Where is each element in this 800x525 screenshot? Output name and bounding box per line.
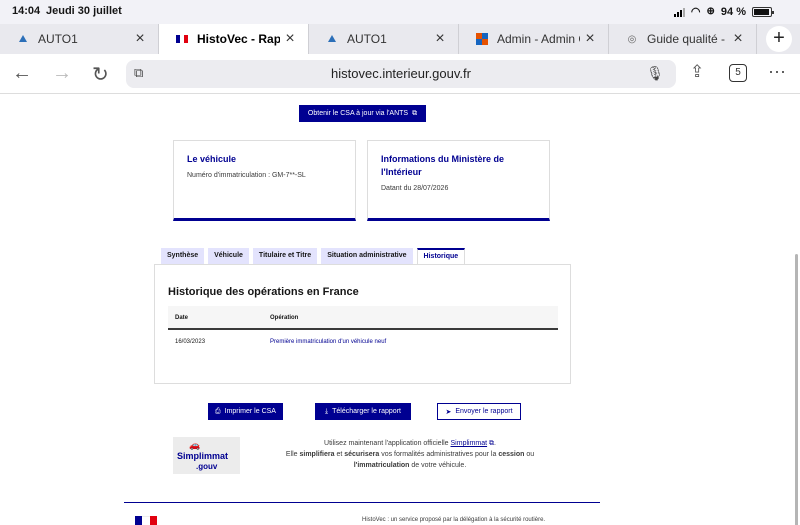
footer-text: HistoVec : un service proposé par la dél… [362,517,546,523]
footer-divider [124,502,600,503]
status-time: 14:04 [12,5,41,17]
simplimmat-link[interactable]: Simplimmat [451,440,488,447]
close-icon[interactable]: × [430,30,450,48]
auto1-favicon-icon [325,32,339,46]
tab-auto1[interactable]: AUTO1 × [0,24,159,54]
wifi-icon: ◠ [690,6,701,18]
ministry-card-title: Informations du Ministère de l'Intérieur [381,154,505,177]
page-scrollbar[interactable] [795,254,798,525]
auto1-favicon-icon [16,32,30,46]
tab-historique[interactable]: Historique [416,248,466,265]
tab-guide[interactable]: ◎ Guide qualité - Com × [609,24,757,54]
republique-francaise-logo [135,516,157,525]
table-header: Date Opération [168,306,558,330]
simplimmat-logo[interactable]: 🚗 Simplimmat .gouv [173,437,240,474]
browser-toolbar: ← → ↻ ⧉ histovec.interieur.gouv.fr 🎙 ⇪ ⋯ [0,54,800,94]
row-date: 16/03/2023 [175,339,206,345]
address-bar[interactable]: ⧉ histovec.interieur.gouv.fr 🎙 [126,60,676,88]
table-row: 16/03/2023 Première immatriculation d'un… [168,330,558,354]
printer-icon: ⎙ [215,407,221,415]
print-csa-button[interactable]: ⎙ Imprimer le CSA [208,403,283,420]
row-operation: Première immatriculation d'un véhicule n… [270,339,387,345]
history-title: Historique des opérations en France [168,286,359,298]
col-date-header: Date [175,315,189,321]
ministry-card: Informations du Ministère de l'Intérieur… [367,140,550,221]
report-tabs: Synthèse Véhicule Titulaire et Titre Sit… [161,248,466,265]
reload-icon[interactable]: ↻ [92,62,109,87]
web-page: Obtenir le CSA à jour via l'ANTS ⧉ Le vé… [0,94,800,525]
french-flag-icon [175,32,189,46]
send-report-button[interactable]: ➤ Envoyer le rapport [437,403,521,420]
simplimmat-promo: Utilisez maintenant l'application offici… [285,440,535,469]
battery-percent: 94 % [720,5,746,18]
battery-icon [752,6,774,17]
close-icon[interactable]: × [130,30,150,48]
orientation-lock-icon: ⊕ [706,6,715,17]
url-text: histovec.interieur.gouv.fr [331,66,471,81]
tab-vehicule[interactable]: Véhicule [208,248,249,264]
share-icon[interactable]: ⇪ [690,62,704,82]
admin-favicon-icon [475,32,489,46]
status-bar: 14:04 Jeudi 30 juillet ◠ ⊕ 94 % [0,0,800,24]
external-link-icon: ⧉ [489,440,495,447]
tab-auto1-2[interactable]: AUTO1 × [309,24,459,54]
tab-titulaire[interactable]: Titulaire et Titre [252,248,318,264]
registration-number: Numéro d'immatriculation : GM-7**-SL [187,172,306,179]
col-operation-header: Opération [270,315,299,321]
history-table: Date Opération 16/03/2023 Première immat… [168,306,558,354]
close-icon[interactable]: × [280,30,300,48]
close-icon[interactable]: × [728,30,748,48]
microphone-icon[interactable]: 🎙 [646,65,664,82]
cellular-icon [673,7,685,17]
get-csa-ants-button[interactable]: Obtenir le CSA à jour via l'ANTS ⧉ [299,105,426,122]
tab-histovec[interactable]: HistoVec - Rapport d × [159,24,309,54]
vehicle-card-title: Le véhicule [187,154,237,164]
send-icon: ➤ [445,408,452,416]
external-link-icon: ⧉ [412,109,418,117]
browser-tab-strip: AUTO1 × HistoVec - Rapport d × AUTO1 × A… [0,24,800,54]
forward-arrow-icon[interactable]: → [52,62,72,85]
new-tab-button[interactable]: + [766,26,792,52]
car-icon: 🚗 [189,440,201,450]
history-panel: Historique des opérations en France Date… [154,264,571,384]
tab-switcher-button[interactable]: 5 [729,64,747,82]
download-icon: ⤓ [325,407,329,415]
tab-synthese[interactable]: Synthèse [161,248,205,264]
vehicle-card: Le véhicule Numéro d'immatriculation : G… [173,140,356,221]
more-options-icon[interactable]: ⋯ [768,62,786,83]
close-icon[interactable]: × [580,30,600,48]
globe-icon: ◎ [627,33,637,45]
download-report-button[interactable]: ⤓ Télécharger le rapport [315,403,411,420]
ministry-date: Datant du 28/07/2026 [381,185,449,192]
tab-situation[interactable]: Situation administrative [321,248,413,264]
tab-admin[interactable]: Admin - Admin Cent × [459,24,609,54]
back-arrow-icon[interactable]: ← [12,62,32,85]
status-date: Jeudi 30 juillet [46,5,122,17]
